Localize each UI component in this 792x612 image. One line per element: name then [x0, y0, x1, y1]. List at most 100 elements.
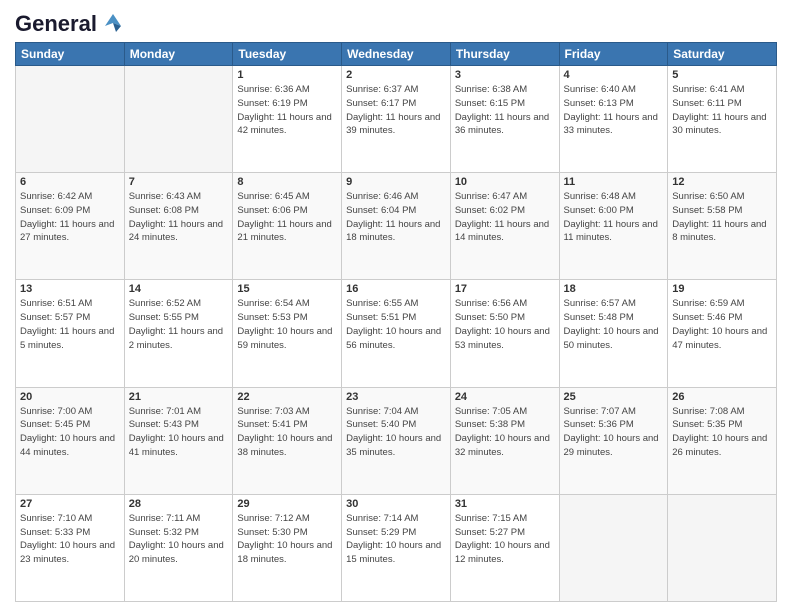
day-number: 7	[129, 176, 229, 188]
day-info: Sunrise: 7:12 AMSunset: 5:30 PMDaylight:…	[237, 512, 337, 567]
calendar-cell	[16, 66, 125, 173]
day-info: Sunrise: 6:45 AMSunset: 6:06 PMDaylight:…	[237, 190, 337, 245]
day-number: 23	[346, 391, 446, 403]
day-number: 11	[564, 176, 664, 188]
day-number: 22	[237, 391, 337, 403]
calendar-row: 6 Sunrise: 6:42 AMSunset: 6:09 PMDaylight…	[16, 173, 777, 280]
calendar-table: SundayMondayTuesdayWednesdayThursdayFrid…	[15, 42, 777, 602]
page: General SundayMondayTuesdayWednesdayThur…	[0, 0, 792, 612]
calendar-cell: 7 Sunrise: 6:43 AMSunset: 6:08 PMDaylight…	[124, 173, 233, 280]
day-number: 4	[564, 69, 664, 81]
day-info: Sunrise: 6:50 AMSunset: 5:58 PMDaylight:…	[672, 190, 772, 245]
day-number: 16	[346, 283, 446, 295]
day-number: 27	[20, 498, 120, 510]
day-number: 19	[672, 283, 772, 295]
day-info: Sunrise: 6:56 AMSunset: 5:50 PMDaylight:…	[455, 297, 555, 352]
day-number: 26	[672, 391, 772, 403]
calendar-row: 13Sunrise: 6:51 AMSunset: 5:57 PMDayligh…	[16, 280, 777, 387]
day-info: Sunrise: 6:59 AMSunset: 5:46 PMDaylight:…	[672, 297, 772, 352]
calendar-cell: 23 Sunrise: 7:04 AMSunset: 5:40 PMDayligh…	[342, 387, 451, 494]
day-info: Sunrise: 6:48 AMSunset: 6:00 PMDaylight:…	[564, 190, 664, 245]
day-number: 12	[672, 176, 772, 188]
calendar-cell: 4 Sunrise: 6:40 AMSunset: 6:13 PMDaylight…	[559, 66, 668, 173]
calendar-row: 20Sunrise: 7:00 AMSunset: 5:45 PMDayligh…	[16, 387, 777, 494]
weekday-header: Monday	[124, 43, 233, 66]
calendar-cell: 26Sunrise: 7:08 AMSunset: 5:35 PMDayligh…	[668, 387, 777, 494]
day-info: Sunrise: 7:00 AMSunset: 5:45 PMDaylight:…	[20, 405, 120, 460]
calendar-cell: 15Sunrise: 6:54 AMSunset: 5:53 PMDayligh…	[233, 280, 342, 387]
day-number: 29	[237, 498, 337, 510]
calendar-cell: 8 Sunrise: 6:45 AMSunset: 6:06 PMDaylight…	[233, 173, 342, 280]
calendar-cell: 11 Sunrise: 6:48 AMSunset: 6:00 PMDayligh…	[559, 173, 668, 280]
day-number: 3	[455, 69, 555, 81]
day-number: 13	[20, 283, 120, 295]
calendar-cell: 14 Sunrise: 6:52 AMSunset: 5:55 PMDayligh…	[124, 280, 233, 387]
day-number: 2	[346, 69, 446, 81]
calendar-cell: 17 Sunrise: 6:56 AMSunset: 5:50 PMDayligh…	[450, 280, 559, 387]
day-number: 1	[237, 69, 337, 81]
calendar-cell: 24 Sunrise: 7:05 AMSunset: 5:38 PMDayligh…	[450, 387, 559, 494]
calendar-cell: 6 Sunrise: 6:42 AMSunset: 6:09 PMDaylight…	[16, 173, 125, 280]
calendar-cell: 30Sunrise: 7:14 AMSunset: 5:29 PMDayligh…	[342, 494, 451, 601]
calendar-cell: 29 Sunrise: 7:12 AMSunset: 5:30 PMDayligh…	[233, 494, 342, 601]
day-number: 10	[455, 176, 555, 188]
weekday-header: Sunday	[16, 43, 125, 66]
calendar-cell: 31 Sunrise: 7:15 AMSunset: 5:27 PMDayligh…	[450, 494, 559, 601]
day-number: 9	[346, 176, 446, 188]
day-number: 8	[237, 176, 337, 188]
day-number: 6	[20, 176, 120, 188]
day-info: Sunrise: 6:36 AMSunset: 6:19 PMDaylight:…	[237, 83, 337, 138]
calendar-cell	[124, 66, 233, 173]
day-info: Sunrise: 6:43 AMSunset: 6:08 PMDaylight:…	[129, 190, 229, 245]
day-info: Sunrise: 7:03 AMSunset: 5:41 PMDaylight:…	[237, 405, 337, 460]
day-number: 31	[455, 498, 555, 510]
day-info: Sunrise: 6:55 AMSunset: 5:51 PMDaylight:…	[346, 297, 446, 352]
day-number: 14	[129, 283, 229, 295]
calendar-cell: 13Sunrise: 6:51 AMSunset: 5:57 PMDayligh…	[16, 280, 125, 387]
calendar-cell: 22 Sunrise: 7:03 AMSunset: 5:41 PMDayligh…	[233, 387, 342, 494]
day-info: Sunrise: 7:10 AMSunset: 5:33 PMDaylight:…	[20, 512, 120, 567]
calendar-cell: 16 Sunrise: 6:55 AMSunset: 5:51 PMDayligh…	[342, 280, 451, 387]
calendar-cell: 10Sunrise: 6:47 AMSunset: 6:02 PMDayligh…	[450, 173, 559, 280]
calendar-cell: 28Sunrise: 7:11 AMSunset: 5:32 PMDayligh…	[124, 494, 233, 601]
calendar-cell: 18 Sunrise: 6:57 AMSunset: 5:48 PMDayligh…	[559, 280, 668, 387]
calendar-cell: 1 Sunrise: 6:36 AMSunset: 6:19 PMDaylight…	[233, 66, 342, 173]
day-info: Sunrise: 6:40 AMSunset: 6:13 PMDaylight:…	[564, 83, 664, 138]
day-info: Sunrise: 6:54 AMSunset: 5:53 PMDaylight:…	[237, 297, 337, 352]
day-info: Sunrise: 6:42 AMSunset: 6:09 PMDaylight:…	[20, 190, 120, 245]
weekday-header: Friday	[559, 43, 668, 66]
calendar-cell: 27 Sunrise: 7:10 AMSunset: 5:33 PMDayligh…	[16, 494, 125, 601]
day-info: Sunrise: 7:01 AMSunset: 5:43 PMDaylight:…	[129, 405, 229, 460]
weekday-header: Tuesday	[233, 43, 342, 66]
day-number: 18	[564, 283, 664, 295]
day-number: 5	[672, 69, 772, 81]
day-info: Sunrise: 6:46 AMSunset: 6:04 PMDaylight:…	[346, 190, 446, 245]
day-number: 30	[346, 498, 446, 510]
day-info: Sunrise: 6:41 AMSunset: 6:11 PMDaylight:…	[672, 83, 772, 138]
day-info: Sunrise: 6:57 AMSunset: 5:48 PMDaylight:…	[564, 297, 664, 352]
day-number: 17	[455, 283, 555, 295]
day-info: Sunrise: 7:15 AMSunset: 5:27 PMDaylight:…	[455, 512, 555, 567]
calendar-cell: 9 Sunrise: 6:46 AMSunset: 6:04 PMDaylight…	[342, 173, 451, 280]
calendar-cell: 12 Sunrise: 6:50 AMSunset: 5:58 PMDayligh…	[668, 173, 777, 280]
day-info: Sunrise: 7:11 AMSunset: 5:32 PMDaylight:…	[129, 512, 229, 567]
weekday-header-row: SundayMondayTuesdayWednesdayThursdayFrid…	[16, 43, 777, 66]
logo-bird-icon	[99, 10, 127, 38]
calendar-cell: 20Sunrise: 7:00 AMSunset: 5:45 PMDayligh…	[16, 387, 125, 494]
calendar-cell: 21Sunrise: 7:01 AMSunset: 5:43 PMDayligh…	[124, 387, 233, 494]
weekday-header: Saturday	[668, 43, 777, 66]
header: General	[15, 10, 777, 34]
weekday-header: Thursday	[450, 43, 559, 66]
day-info: Sunrise: 6:52 AMSunset: 5:55 PMDaylight:…	[129, 297, 229, 352]
calendar-cell: 19 Sunrise: 6:59 AMSunset: 5:46 PMDayligh…	[668, 280, 777, 387]
calendar-cell	[668, 494, 777, 601]
weekday-header: Wednesday	[342, 43, 451, 66]
calendar-cell: 25 Sunrise: 7:07 AMSunset: 5:36 PMDayligh…	[559, 387, 668, 494]
day-info: Sunrise: 7:07 AMSunset: 5:36 PMDaylight:…	[564, 405, 664, 460]
logo: General	[15, 10, 127, 34]
day-number: 25	[564, 391, 664, 403]
day-info: Sunrise: 7:04 AMSunset: 5:40 PMDaylight:…	[346, 405, 446, 460]
day-number: 24	[455, 391, 555, 403]
day-info: Sunrise: 7:05 AMSunset: 5:38 PMDaylight:…	[455, 405, 555, 460]
logo-general: General	[15, 11, 97, 37]
